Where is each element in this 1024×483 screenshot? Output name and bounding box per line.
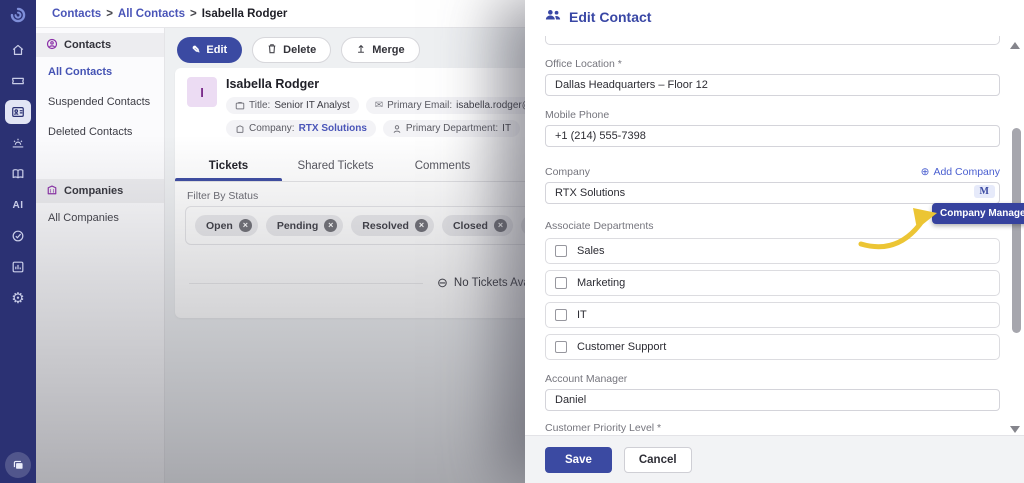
companies-section-icon xyxy=(46,184,58,199)
icon-rail: AI ⚙ xyxy=(0,0,36,483)
reports-icon[interactable] xyxy=(5,255,31,279)
panel-title: Edit Contact xyxy=(569,9,652,25)
office-location-label: Office Location * xyxy=(545,58,622,70)
pencil-icon: ✎ xyxy=(192,44,201,56)
subnav-section-contacts: Contacts xyxy=(36,33,164,57)
office-location-input[interactable]: Dallas Headquarters – Floor 12 xyxy=(545,74,1000,96)
department-option-customer-support: Customer Support xyxy=(545,334,1000,360)
no-tickets-icon: ⊖ xyxy=(437,275,448,290)
remove-chip-icon[interactable]: × xyxy=(324,219,338,232)
app-logo-icon[interactable] xyxy=(0,0,36,30)
edit-button[interactable]: ✎ Edit xyxy=(177,37,243,63)
breadcrumb-separator: > xyxy=(106,7,113,20)
company-link[interactable]: RTX Solutions xyxy=(299,123,367,134)
checkbox-it[interactable] xyxy=(555,309,567,321)
checkbox-marketing[interactable] xyxy=(555,277,567,289)
subnav-section-companies: Companies xyxy=(36,179,164,203)
status-chip-resolved: Resolved × xyxy=(351,215,434,236)
status-chip-pending: Pending × xyxy=(265,215,344,236)
contacts-icon[interactable] xyxy=(5,100,31,124)
status-chip-closed: Closed × xyxy=(441,215,513,236)
merge-icon xyxy=(356,43,366,57)
person-icon xyxy=(392,124,402,134)
remove-chip-icon[interactable]: × xyxy=(238,219,252,232)
envelope-icon: ✉ xyxy=(374,100,384,111)
scrollbar-thumb[interactable] xyxy=(1012,128,1021,333)
agents-icon[interactable] xyxy=(5,131,31,155)
chat-widget-icon[interactable] xyxy=(5,452,31,478)
subnav-item-all-companies[interactable]: All Companies xyxy=(36,203,164,233)
checkbox-sales[interactable] xyxy=(555,245,567,257)
department-option-sales: Sales xyxy=(545,238,1000,264)
trash-icon xyxy=(267,43,277,57)
tab-comments[interactable]: Comments xyxy=(389,152,496,181)
home-icon[interactable] xyxy=(5,38,31,62)
company-manager-tooltip: Company Manager xyxy=(932,203,1024,224)
subnav-item-deleted-contacts[interactable]: Deleted Contacts xyxy=(36,117,164,147)
contacts-section-icon xyxy=(46,38,58,53)
tab-tickets[interactable]: Tickets xyxy=(175,152,282,181)
title-chip: Title: Senior IT Analyst xyxy=(226,97,359,114)
mobile-phone-input[interactable]: +1 (214) 555-7398 xyxy=(545,125,1000,147)
priority-level-label: Customer Priority Level * xyxy=(545,422,662,434)
subnav-item-all-contacts[interactable]: All Contacts xyxy=(36,57,164,87)
cancel-button[interactable]: Cancel xyxy=(623,446,692,473)
remove-chip-icon[interactable]: × xyxy=(414,219,428,232)
subnav-section-label: Contacts xyxy=(64,39,112,51)
scroll-up-icon[interactable] xyxy=(1010,42,1020,49)
app-window: AI ⚙ Contacts > All Contacts > Isabella … xyxy=(0,0,1024,483)
avatar: I xyxy=(187,77,217,107)
primary-department-chip: Primary Department: IT xyxy=(382,120,521,137)
knowledge-base-icon[interactable] xyxy=(5,162,31,186)
add-company-link[interactable]: ⊕ Add Company xyxy=(921,166,1000,178)
save-button[interactable]: Save xyxy=(545,446,612,473)
status-chip-open: Open × xyxy=(195,215,258,236)
panel-footer: Save Cancel xyxy=(525,435,1024,483)
plus-circle-icon: ⊕ xyxy=(920,166,930,178)
department-option-marketing: Marketing xyxy=(545,270,1000,296)
tasks-icon[interactable] xyxy=(5,224,31,248)
badge-icon xyxy=(235,101,245,111)
clipped-field xyxy=(545,36,1000,45)
breadcrumb-separator: > xyxy=(190,7,197,20)
subnav-section-label: Companies xyxy=(64,185,124,197)
tickets-icon[interactable] xyxy=(5,69,31,93)
contacts-subnav: Contacts All Contacts Suspended Contacts… xyxy=(36,28,165,483)
merge-button[interactable]: Merge xyxy=(341,37,420,63)
settings-gear-icon[interactable]: ⚙ xyxy=(5,286,31,310)
subnav-item-suspended-contacts[interactable]: Suspended Contacts xyxy=(36,87,164,117)
edit-contact-panel: Edit Contact Office Location * Dallas He… xyxy=(525,0,1024,483)
tab-shared-tickets[interactable]: Shared Tickets xyxy=(282,152,389,181)
account-manager-input[interactable]: Daniel xyxy=(545,389,1000,411)
breadcrumb-all-contacts[interactable]: All Contacts xyxy=(118,8,185,20)
edit-contact-form: Office Location * Dallas Headquarters – … xyxy=(525,34,1010,435)
scroll-down-icon[interactable] xyxy=(1010,426,1020,433)
ai-icon[interactable]: AI xyxy=(5,193,31,217)
remove-chip-icon[interactable]: × xyxy=(493,219,507,232)
account-manager-label: Account Manager xyxy=(545,373,628,385)
delete-button[interactable]: Delete xyxy=(252,37,332,63)
breadcrumb-current: Isabella Rodger xyxy=(201,7,288,20)
company-manager-badge[interactable]: M xyxy=(973,185,995,198)
breadcrumb-contacts[interactable]: Contacts xyxy=(52,8,101,20)
company-input[interactable]: RTX Solutions xyxy=(545,182,1000,204)
edit-contact-icon xyxy=(545,8,561,27)
divider xyxy=(189,282,423,284)
checkbox-customer-support[interactable] xyxy=(555,341,567,353)
mobile-phone-label: Mobile Phone xyxy=(545,109,610,121)
department-option-it: IT xyxy=(545,302,1000,328)
company-chip: Company: RTX Solutions xyxy=(226,120,376,137)
company-label: Company xyxy=(545,166,590,178)
building-icon xyxy=(235,124,245,134)
